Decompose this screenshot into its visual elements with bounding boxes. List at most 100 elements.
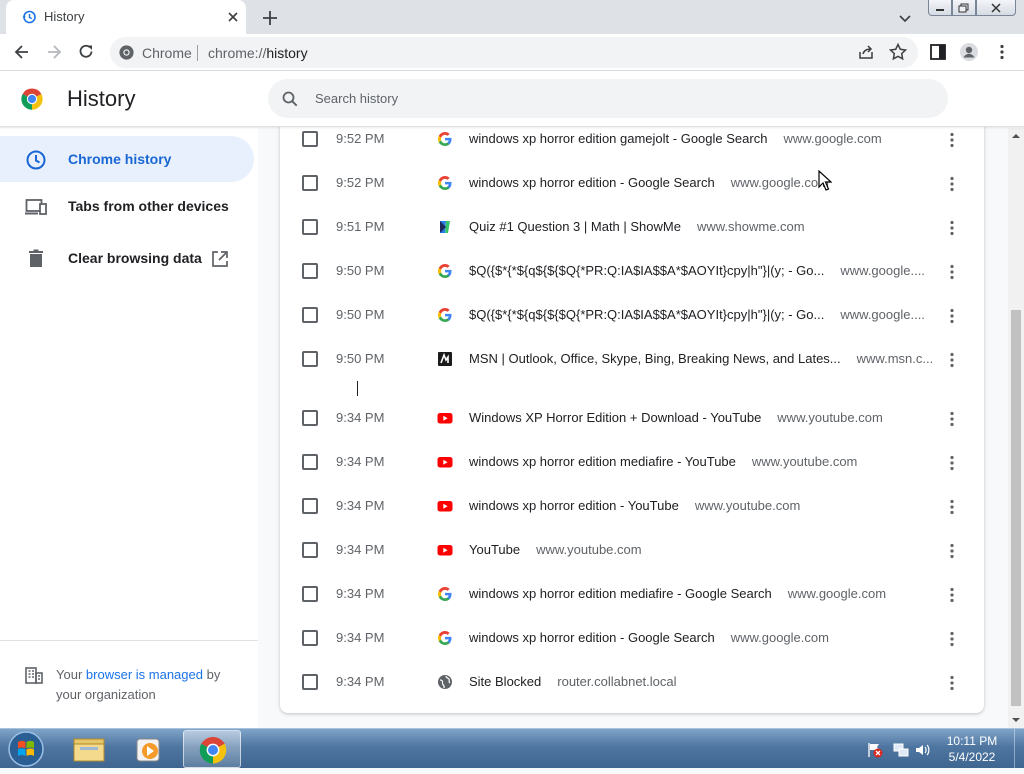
row-more-actions-icon[interactable] xyxy=(942,541,962,561)
row-title[interactable]: YouTube xyxy=(469,542,520,557)
row-more-actions-icon[interactable] xyxy=(942,409,962,429)
minimize-button[interactable] xyxy=(928,0,952,16)
row-more-actions-icon[interactable] xyxy=(942,306,962,326)
address-bar[interactable]: Chrome chrome://history xyxy=(110,37,918,68)
history-row[interactable]: 9:51 PM Quiz #1 Question 3 | Math | ShowM… xyxy=(280,206,984,250)
taskbar-media-player[interactable] xyxy=(121,730,179,768)
managed-link[interactable]: browser is managed xyxy=(86,667,203,682)
reload-icon[interactable] xyxy=(76,42,96,62)
search-history-box[interactable] xyxy=(268,79,948,118)
restore-button[interactable] xyxy=(952,0,976,16)
action-center-flag-icon[interactable] xyxy=(866,741,884,759)
row-title[interactable]: $Q({$*{*${q${${$Q{*PR:Q:IA$IA$$A*$AOYIt}… xyxy=(469,263,824,278)
row-link[interactable]: windows xp horror edition mediafire - Yo… xyxy=(469,454,857,469)
taskbar-clock[interactable]: 10:11 PM 5/4/2022 xyxy=(940,733,1004,765)
row-link[interactable]: windows xp horror edition - YouTube www.y… xyxy=(469,498,800,513)
start-button-icon[interactable] xyxy=(6,730,46,768)
sidebar-item-clear-browsing-data[interactable]: Clear browsing data xyxy=(0,235,254,281)
row-link[interactable]: Site Blocked router.collabnet.local xyxy=(469,674,677,689)
taskbar-chrome[interactable] xyxy=(183,730,241,768)
tab-history[interactable]: History xyxy=(6,0,246,34)
row-checkbox[interactable] xyxy=(302,263,318,279)
row-checkbox[interactable] xyxy=(302,586,318,602)
show-desktop-button[interactable] xyxy=(1014,729,1024,769)
taskbar-explorer[interactable] xyxy=(60,730,118,768)
row-link[interactable]: windows xp horror edition gamejolt - Goo… xyxy=(469,131,882,146)
row-link[interactable]: Quiz #1 Question 3 | Math | ShowMe www.sh… xyxy=(469,219,805,234)
row-title[interactable]: $Q({$*{*${q${${$Q{*PR:Q:IA$IA$$A*$AOYIt}… xyxy=(469,307,824,322)
chevron-down-icon[interactable] xyxy=(896,9,914,27)
volume-icon[interactable] xyxy=(914,741,932,759)
profile-avatar-icon[interactable] xyxy=(959,42,979,62)
history-row[interactable]: 9:34 PM YouTube www.youtube.com xyxy=(280,529,984,573)
more-menu-icon[interactable] xyxy=(992,42,1012,62)
row-more-actions-icon[interactable] xyxy=(942,130,962,150)
bookmark-star-icon[interactable] xyxy=(888,42,908,62)
row-more-actions-icon[interactable] xyxy=(942,673,962,693)
share-icon[interactable] xyxy=(856,42,876,62)
row-checkbox[interactable] xyxy=(302,131,318,147)
row-title[interactable]: Site Blocked xyxy=(469,674,541,689)
row-checkbox[interactable] xyxy=(302,630,318,646)
page-scrollbar[interactable] xyxy=(1008,128,1024,728)
row-title[interactable]: windows xp horror edition mediafire - Yo… xyxy=(469,454,736,469)
history-row[interactable]: 9:34 PM Windows XP Horror Edition + Downl… xyxy=(280,397,984,441)
row-more-actions-icon[interactable] xyxy=(942,262,962,282)
row-link[interactable]: $Q({$*{*${q${${$Q{*PR:Q:IA$IA$$A*$AOYIt}… xyxy=(469,263,925,278)
row-link[interactable]: windows xp horror edition - Google Searc… xyxy=(469,175,829,190)
row-title[interactable]: windows xp horror edition - YouTube xyxy=(469,498,679,513)
search-input[interactable] xyxy=(313,87,913,109)
row-link[interactable]: MSN | Outlook, Office, Skype, Bing, Brea… xyxy=(469,351,933,366)
row-checkbox[interactable] xyxy=(302,674,318,690)
scroll-down-icon[interactable] xyxy=(1012,716,1020,724)
history-row[interactable]: 9:50 PM MSN | Outlook, Office, Skype, Bin… xyxy=(280,338,984,382)
row-checkbox[interactable] xyxy=(302,351,318,367)
row-more-actions-icon[interactable] xyxy=(942,453,962,473)
history-row[interactable]: 9:34 PM Site Blocked router.collabnet.loca… xyxy=(280,661,984,705)
history-row[interactable]: 9:34 PM windows xp horror edition - Googl… xyxy=(280,617,984,661)
row-title[interactable]: windows xp horror edition - Google Searc… xyxy=(469,175,715,190)
managed-browser-notice: Your browser is managed by your organiza… xyxy=(0,640,258,728)
close-window-button[interactable] xyxy=(976,0,1016,16)
history-row[interactable]: 9:52 PM windows xp horror edition - Googl… xyxy=(280,162,984,206)
history-row[interactable]: 9:34 PM windows xp horror edition mediafi… xyxy=(280,573,984,617)
back-arrow-icon[interactable] xyxy=(12,42,32,62)
row-checkbox[interactable] xyxy=(302,542,318,558)
row-checkbox[interactable] xyxy=(302,219,318,235)
row-title[interactable]: windows xp horror edition - Google Searc… xyxy=(469,630,715,645)
row-checkbox[interactable] xyxy=(302,410,318,426)
network-icon[interactable] xyxy=(892,741,910,759)
row-more-actions-icon[interactable] xyxy=(942,218,962,238)
side-panel-icon[interactable] xyxy=(928,42,948,62)
row-checkbox[interactable] xyxy=(302,498,318,514)
row-link[interactable]: Windows XP Horror Edition + Download - Y… xyxy=(469,410,883,425)
row-more-actions-icon[interactable] xyxy=(942,174,962,194)
row-more-actions-icon[interactable] xyxy=(942,629,962,649)
row-more-actions-icon[interactable] xyxy=(942,350,962,370)
new-tab-icon[interactable] xyxy=(259,7,281,29)
row-link[interactable]: $Q({$*{*${q${${$Q{*PR:Q:IA$IA$$A*$AOYIt}… xyxy=(469,307,925,322)
scrollbar-thumb[interactable] xyxy=(1011,310,1021,706)
sidebar-item-tabs-other-devices[interactable]: Tabs from other devices xyxy=(0,183,254,229)
history-row[interactable]: 9:34 PM windows xp horror edition mediafi… xyxy=(280,441,984,485)
history-row[interactable]: 9:50 PM $Q({$*{*${q${${$Q{*PR:Q:IA$IA$$A*… xyxy=(280,250,984,294)
close-tab-icon[interactable] xyxy=(224,8,242,26)
row-checkbox[interactable] xyxy=(302,454,318,470)
sidebar-item-chrome-history[interactable]: Chrome history xyxy=(0,136,254,182)
row-title[interactable]: MSN | Outlook, Office, Skype, Bing, Brea… xyxy=(469,351,841,366)
scroll-up-icon[interactable] xyxy=(1012,132,1020,140)
row-checkbox[interactable] xyxy=(302,307,318,323)
row-link[interactable]: windows xp horror edition mediafire - Go… xyxy=(469,586,886,601)
row-more-actions-icon[interactable] xyxy=(942,497,962,517)
history-row[interactable]: 9:50 PM $Q({$*{*${q${${$Q{*PR:Q:IA$IA$$A*… xyxy=(280,294,984,338)
row-title[interactable]: windows xp horror edition gamejolt - Goo… xyxy=(469,131,767,146)
forward-arrow-icon[interactable] xyxy=(44,42,64,62)
history-row[interactable]: 9:34 PM windows xp horror edition - YouTu… xyxy=(280,485,984,529)
row-title[interactable]: Windows XP Horror Edition + Download - Y… xyxy=(469,410,761,425)
row-checkbox[interactable] xyxy=(302,175,318,191)
row-link[interactable]: windows xp horror edition - Google Searc… xyxy=(469,630,829,645)
row-title[interactable]: Quiz #1 Question 3 | Math | ShowMe xyxy=(469,219,681,234)
row-link[interactable]: YouTube www.youtube.com xyxy=(469,542,642,557)
row-title[interactable]: windows xp horror edition mediafire - Go… xyxy=(469,586,772,601)
row-more-actions-icon[interactable] xyxy=(942,585,962,605)
